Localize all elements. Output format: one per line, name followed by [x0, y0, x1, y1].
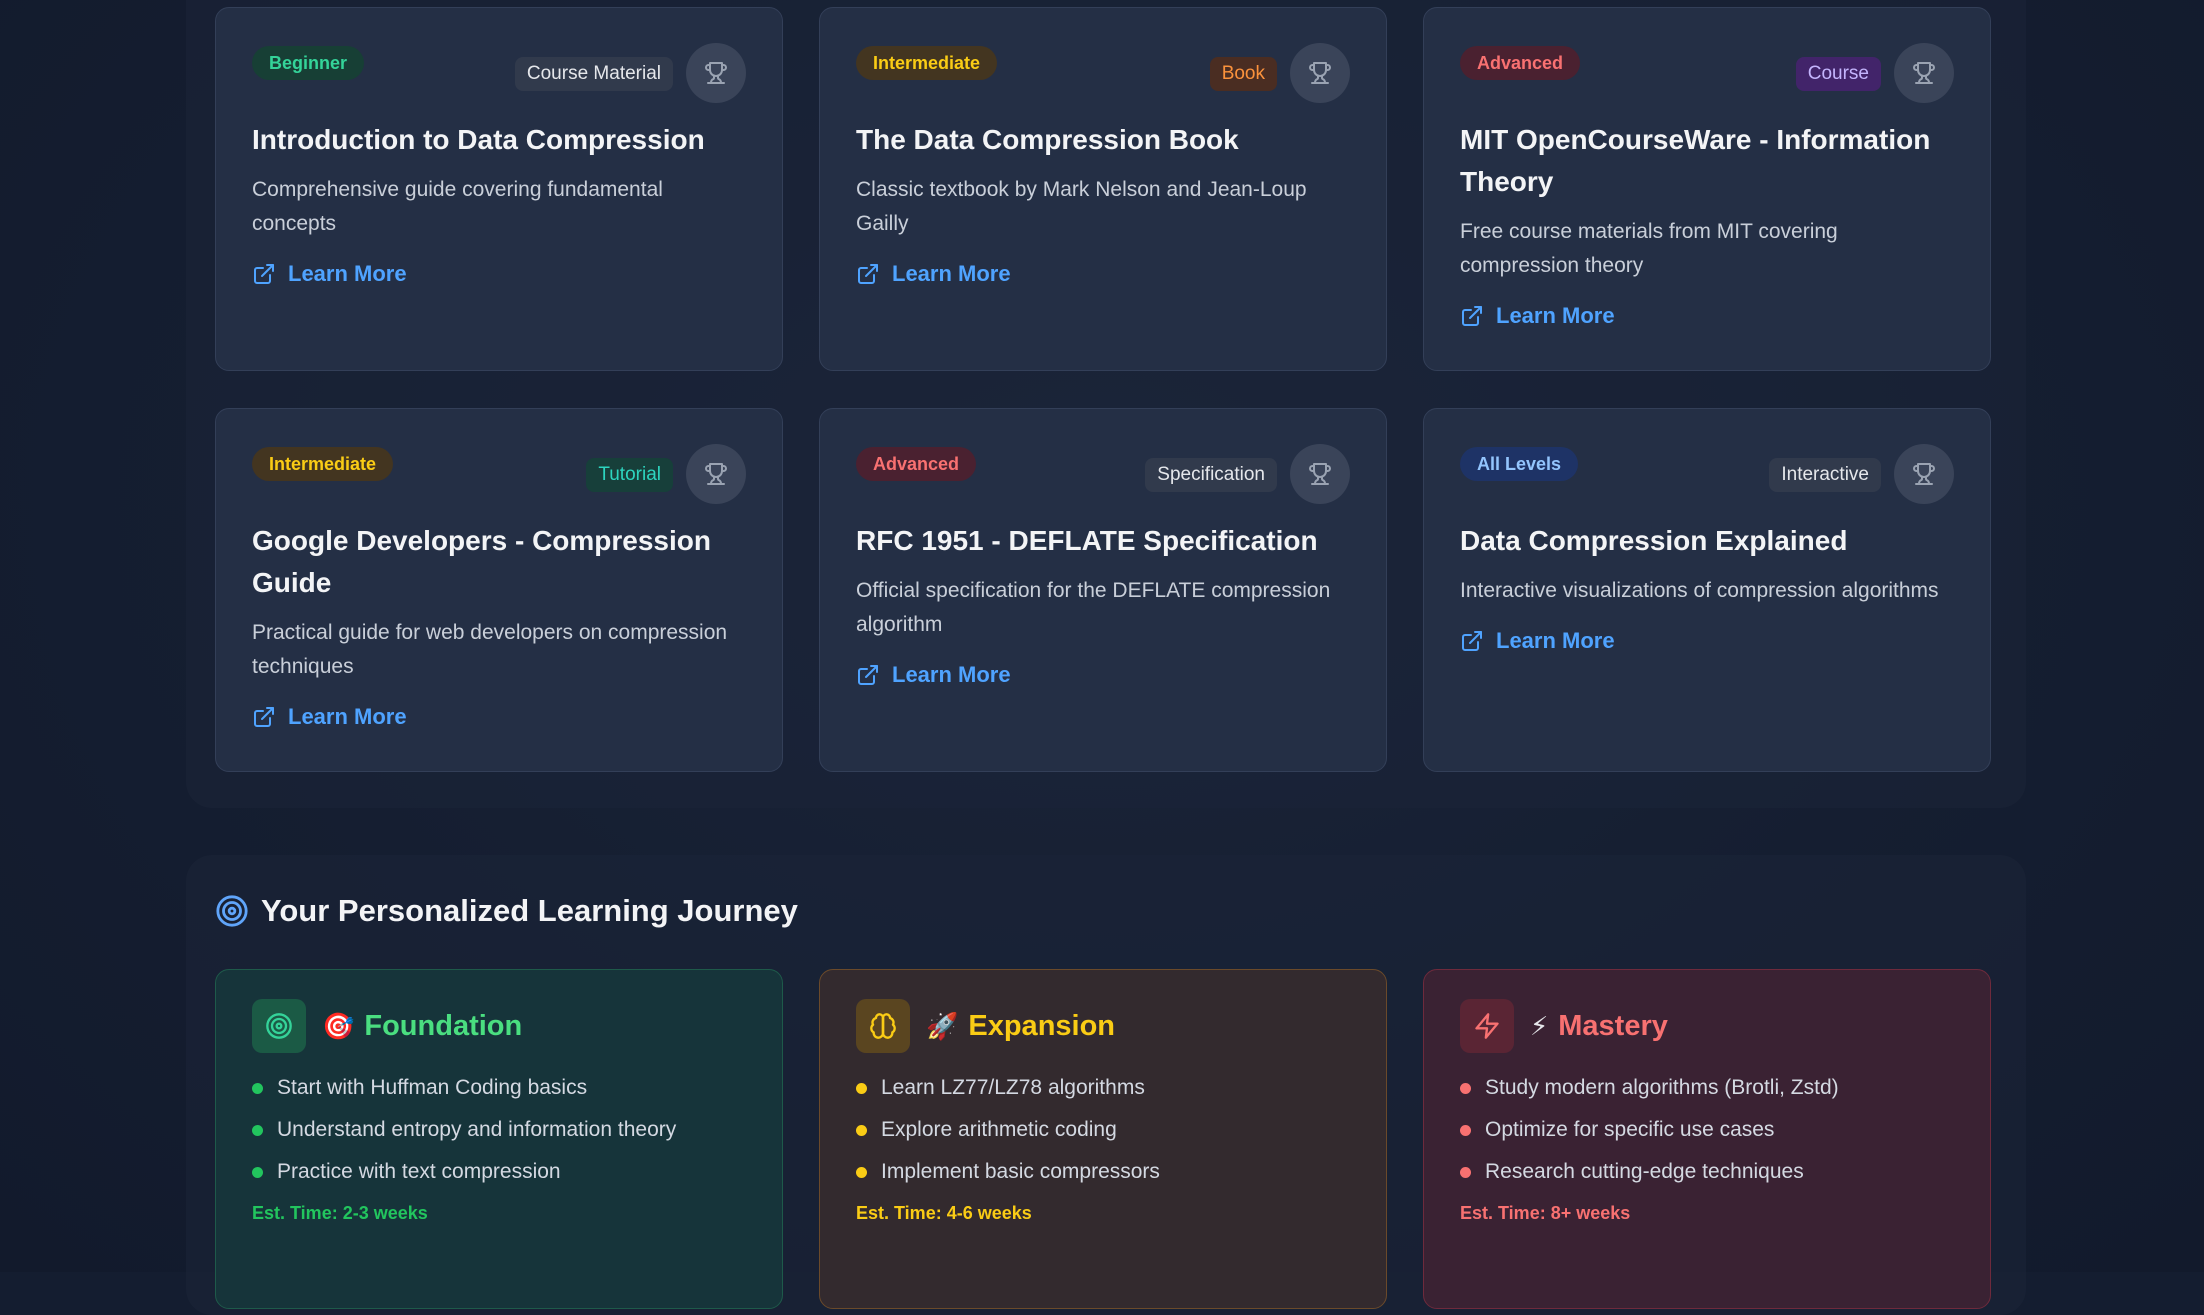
- external-link-icon: [1462, 306, 1482, 326]
- resource-description: Comprehensive guide covering fundamental…: [252, 178, 663, 235]
- external-link-icon: [858, 665, 878, 685]
- list-item: Understand entropy and information theor…: [252, 1109, 746, 1151]
- list-item: Start with Huffman Coding basics: [252, 1067, 746, 1109]
- journey-heading-text: Your Personalized Learning Journey: [261, 893, 798, 928]
- learn-more-link[interactable]: Learn More: [252, 704, 746, 730]
- resource-card: All Levels Interactive Data Compression …: [1423, 408, 1991, 772]
- resource-title: Data Compression Explained: [1460, 525, 1848, 556]
- lightning-icon: [1460, 999, 1514, 1053]
- resource-card: Intermediate Book The Data Compression B…: [819, 7, 1387, 371]
- external-link-icon: [254, 264, 274, 284]
- resource-title: MIT OpenCourseWare - Information Theory: [1460, 124, 1931, 197]
- type-badge: Course: [1795, 57, 1881, 91]
- level-badge: All Levels: [1460, 447, 1579, 481]
- type-badge: Interactive: [1769, 458, 1881, 492]
- learn-more-link[interactable]: Learn More: [1460, 303, 1954, 329]
- type-badge: Course Material: [514, 57, 673, 91]
- learn-more-label: Learn More: [288, 704, 407, 729]
- external-link-icon: [254, 707, 274, 727]
- trophy-icon[interactable]: [1894, 444, 1954, 504]
- list-item: Study modern algorithms (Brotli, Zstd): [1460, 1067, 1954, 1109]
- target-icon: [216, 895, 248, 927]
- resource-description: Practical guide for web developers on co…: [252, 621, 728, 678]
- list-item: Optimize for specific use cases: [1460, 1109, 1954, 1151]
- resource-title: Introduction to Data Compression: [252, 124, 705, 155]
- rocket-emoji: 🚀: [926, 1010, 959, 1041]
- brain-icon: [856, 999, 910, 1053]
- level-badge: Intermediate: [252, 447, 394, 481]
- stage-title: Foundation: [364, 1009, 523, 1042]
- learn-more-link[interactable]: Learn More: [856, 261, 1350, 287]
- trophy-icon[interactable]: [1894, 43, 1954, 103]
- type-badge: Book: [1209, 57, 1277, 91]
- resource-description: Classic textbook by Mark Nelson and Jean…: [856, 178, 1307, 235]
- resource-title: The Data Compression Book: [856, 124, 1239, 155]
- journey-card-mastery: ⚡ Mastery Study modern algorithms (Brotl…: [1423, 969, 1991, 1309]
- resource-title: RFC 1951 - DEFLATE Specification: [856, 525, 1318, 556]
- estimated-time: Est. Time: 2-3 weeks: [252, 1203, 428, 1223]
- journey-grid: 🎯 Foundation Start with Huffman Coding b…: [215, 969, 1991, 1309]
- learn-more-label: Learn More: [1496, 628, 1615, 653]
- list-item: Explore arithmetic coding: [856, 1109, 1350, 1151]
- lightning-emoji: ⚡: [1530, 1010, 1549, 1041]
- list-item: Practice with text compression: [252, 1151, 746, 1193]
- estimated-time: Est. Time: 8+ weeks: [1460, 1203, 1631, 1223]
- learn-more-label: Learn More: [892, 261, 1011, 286]
- resource-card: Intermediate Tutorial Google Developers …: [215, 408, 783, 772]
- dart-emoji: 🎯: [322, 1010, 355, 1041]
- resource-description: Interactive visualizations of compressio…: [1460, 579, 1939, 602]
- level-badge: Advanced: [1460, 46, 1581, 80]
- stage-title: Mastery: [1558, 1009, 1668, 1042]
- stage-title: Expansion: [968, 1009, 1116, 1042]
- resource-card: Beginner Course Material Introduction to…: [215, 7, 783, 371]
- resources-grid: Beginner Course Material Introduction to…: [215, 7, 1991, 772]
- list-item: Learn LZ77/LZ78 algorithms: [856, 1067, 1350, 1109]
- trophy-icon[interactable]: [1290, 444, 1350, 504]
- resource-title: Google Developers - Compression Guide: [252, 525, 711, 598]
- list-item: Implement basic compressors: [856, 1151, 1350, 1193]
- resource-description: Free course materials from MIT covering …: [1460, 220, 1838, 277]
- learn-more-label: Learn More: [892, 662, 1011, 687]
- learn-more-link[interactable]: Learn More: [1460, 628, 1954, 654]
- resource-description: Official specification for the DEFLATE c…: [856, 579, 1331, 636]
- trophy-icon[interactable]: [686, 444, 746, 504]
- external-link-icon: [858, 264, 878, 284]
- external-link-icon: [1462, 631, 1482, 651]
- resource-card: Advanced Specification RFC 1951 - DEFLAT…: [819, 408, 1387, 772]
- estimated-time: Est. Time: 4-6 weeks: [856, 1203, 1032, 1223]
- trophy-icon[interactable]: [1290, 43, 1350, 103]
- type-badge: Tutorial: [586, 458, 673, 492]
- learn-more-link[interactable]: Learn More: [252, 261, 746, 287]
- trophy-icon[interactable]: [686, 43, 746, 103]
- journey-heading: Your Personalized Learning Journey: [215, 893, 798, 929]
- journey-card-foundation: 🎯 Foundation Start with Huffman Coding b…: [215, 969, 783, 1309]
- learn-more-link[interactable]: Learn More: [856, 662, 1350, 688]
- type-badge: Specification: [1145, 458, 1277, 492]
- list-item: Research cutting-edge techniques: [1460, 1151, 1954, 1193]
- journey-card-expansion: 🚀 Expansion Learn LZ77/LZ78 algorithms E…: [819, 969, 1387, 1309]
- level-badge: Advanced: [856, 447, 977, 481]
- resource-card: Advanced Course MIT OpenCourseWare - Inf…: [1423, 7, 1991, 371]
- target-icon: [252, 999, 306, 1053]
- level-badge: Beginner: [252, 46, 365, 80]
- level-badge: Intermediate: [856, 46, 998, 80]
- learn-more-label: Learn More: [288, 261, 407, 286]
- learn-more-label: Learn More: [1496, 303, 1615, 328]
